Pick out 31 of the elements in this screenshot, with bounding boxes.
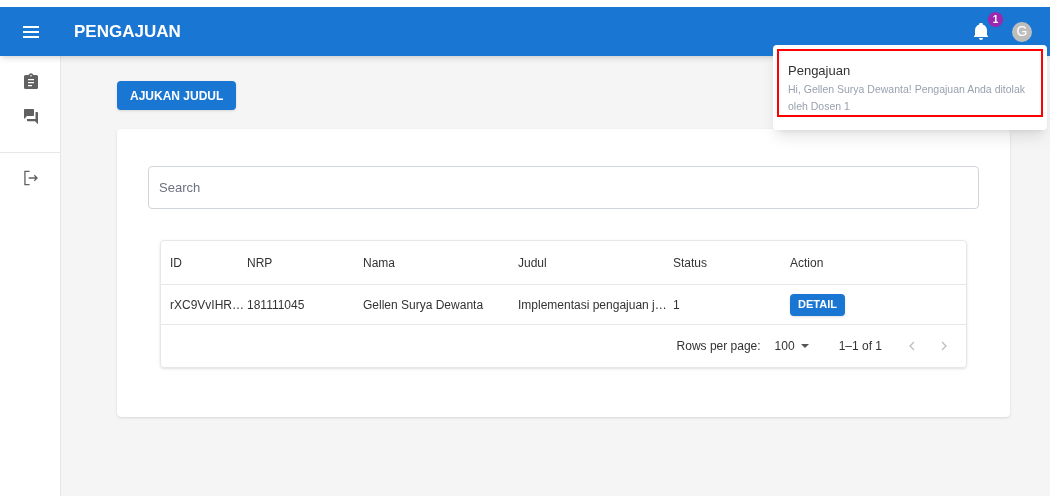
- bell-icon: [974, 23, 988, 40]
- search-field[interactable]: Search: [148, 166, 979, 209]
- notification-message: Hi, Gellen Surya Dewanta! Pengajuan Anda ditolak oleh Dosen 1: [788, 81, 1026, 114]
- column-header: NRP: [247, 254, 274, 272]
- table-cell: Implementasi pengajuan j…: [518, 297, 667, 312]
- page-title: PENGAJUAN: [74, 20, 181, 43]
- notification-count: 1: [988, 12, 1003, 27]
- column-header: Action: [790, 254, 825, 272]
- table-cell: 1: [673, 297, 680, 312]
- rows-per-page-label: Rows per page:: [676, 338, 761, 355]
- table-cell: Gellen Surya Dewanta: [363, 297, 484, 312]
- table-cell: 181111045: [247, 297, 305, 312]
- column-header: ID: [170, 254, 183, 272]
- page-range: 1–1 of 1: [838, 338, 882, 355]
- logout-icon: [24, 170, 38, 186]
- notification-item[interactable]: Pengajuan Hi, Gellen Surya Dewanta! Pengajuan Anda ditolak oleh Dosen 1: [777, 49, 1043, 117]
- chevron-right-icon: [941, 341, 947, 351]
- table-cell: rXC9VvIHR…: [170, 297, 244, 312]
- chat-bubbles-icon: [24, 109, 38, 125]
- submit-title-button[interactable]: AJUKAN JUDUL: [117, 81, 237, 110]
- chevron-left-icon: [909, 341, 915, 351]
- column-header: Judul: [518, 254, 548, 272]
- rows-per-page-select[interactable]: 100: [774, 337, 809, 355]
- column-header: Status: [673, 254, 709, 272]
- notification-button[interactable]: [974, 23, 988, 40]
- caret-icon: [800, 344, 809, 348]
- menu-icon[interactable]: [23, 24, 39, 39]
- clipboard-icon: [24, 73, 38, 89]
- detail-button[interactable]: DETAIL: [790, 293, 845, 316]
- notification-title: Pengajuan: [788, 62, 852, 80]
- column-header: Nama: [363, 254, 396, 272]
